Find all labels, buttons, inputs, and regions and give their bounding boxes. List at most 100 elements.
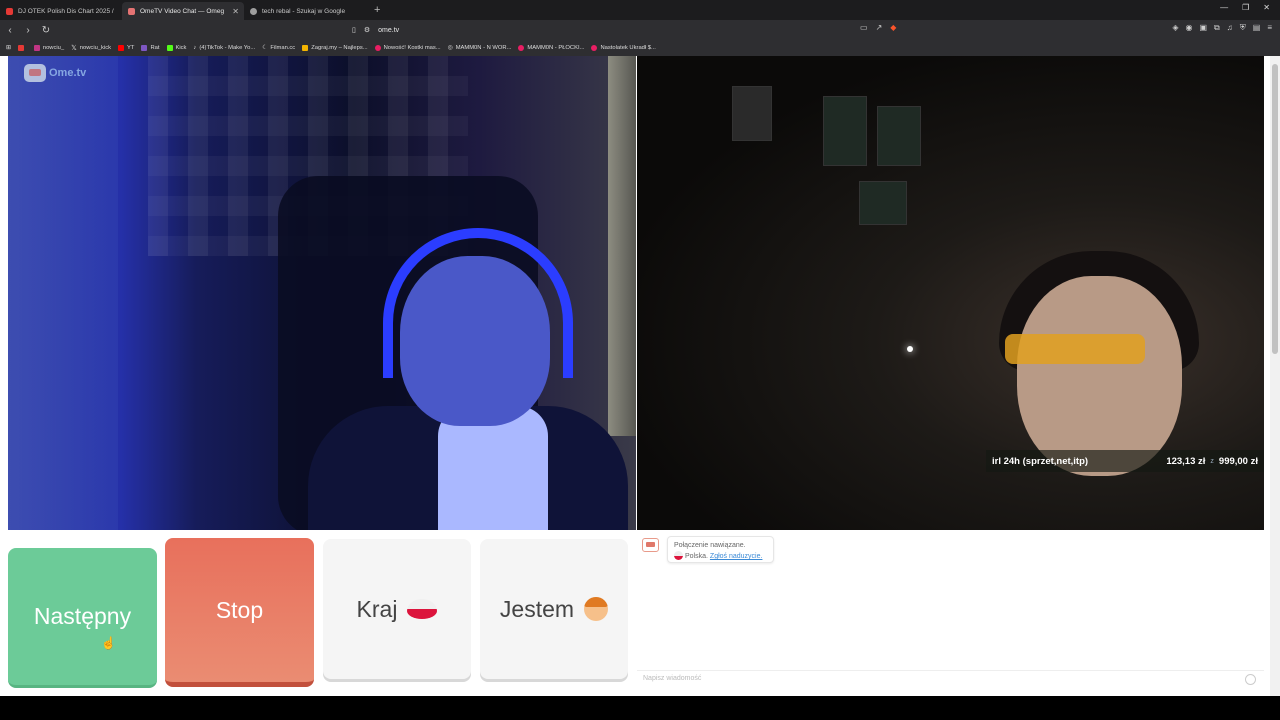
vpn-icon[interactable]: ⛨ [1240, 23, 1246, 33]
minimize-icon[interactable]: — [1220, 3, 1228, 12]
close-window-icon[interactable]: ✕ [1263, 3, 1270, 12]
country-button[interactable]: Kraj [323, 539, 471, 679]
site-info-icon[interactable]: ⚙ [364, 26, 370, 34]
tab-label: tech rebal - Szukaj w Google [262, 7, 346, 15]
tab-music[interactable]: DJ OTEK Polish Dis Chart 2025 / [0, 2, 122, 20]
globe-icon: ☾ [262, 45, 268, 51]
x-icon: 𝕏 [71, 45, 77, 52]
country-name: Polska. [685, 553, 708, 560]
bookmark-item[interactable]: Rat [141, 45, 160, 51]
restore-icon[interactable]: ❐ [1242, 3, 1249, 12]
video-wall [8, 56, 118, 530]
goal-target: 999,00 zł [1218, 455, 1258, 467]
bookmark-item[interactable]: 𝕏nowciu_kick [71, 44, 111, 52]
boy-emoji-icon [584, 597, 609, 621]
tiktok-icon: ♪ [193, 45, 197, 51]
chat-input[interactable]: Napisz wiadomość [637, 670, 1264, 686]
wallet-icon[interactable]: ▤ [1253, 23, 1261, 33]
page-scrollbar[interactable] [1270, 56, 1280, 696]
extension-icon[interactable]: ◈ [1172, 23, 1178, 33]
goal-separator: z [1210, 457, 1214, 465]
kick-icon [166, 45, 173, 51]
wall-picture [732, 86, 772, 141]
emoji-icon[interactable] [1245, 674, 1256, 685]
goal-label: irl 24h (sprzet,net,itp) [992, 455, 1089, 467]
bookmark-item[interactable]: Kick [166, 45, 186, 51]
bookmark-item[interactable]: MAMM0N - PŁOCKI... [518, 45, 584, 51]
music-icon[interactable]: ♫ [1227, 23, 1233, 33]
twitch-icon [141, 45, 148, 51]
wall-picture [859, 181, 907, 225]
extension-icon[interactable]: ▣ [1199, 23, 1207, 33]
stream-goal-overlay: irl 24h (sprzet,net,itp) 123,13 zł z 999… [986, 450, 1264, 472]
cast-icon[interactable]: ▭ [860, 23, 868, 32]
stop-label: Stop [215, 596, 264, 623]
google-icon [250, 7, 257, 15]
address-bar[interactable]: ▯ ⚙ ome.tv [352, 22, 912, 38]
next-button[interactable]: Następny [8, 548, 157, 688]
scrollbar-thumb[interactable] [1272, 64, 1278, 354]
gender-button[interactable]: Jestem [480, 539, 628, 679]
chat-placeholder: Napisz wiadomość [643, 675, 702, 682]
ometv-page: Ome.tv irl 24h (sprzet,net,itp) 123,13 z… [0, 56, 1280, 696]
instagram-icon [33, 45, 40, 51]
bookmark-item[interactable]: ♪ (4)TikTok - Make Yo... [193, 45, 255, 51]
bookmark-item[interactable]: Nowość! Kostki mas... [374, 45, 441, 51]
bookmark-item[interactable]: nowciu_ [33, 45, 64, 51]
youtube-icon [518, 45, 525, 51]
poland-flag-icon [674, 551, 683, 560]
game-icon [302, 45, 309, 51]
tab-label: OmeTV Video Chat — Omeg [140, 7, 225, 15]
system-message: Połączenie nawiązane. Polska. Zgłoś nadu… [667, 536, 774, 563]
report-link[interactable]: Zgłoś naduzycie. [710, 553, 763, 560]
bookmark-item[interactable]: ◎ MAMM0N - N WOR... [448, 45, 512, 51]
connection-status: Połączenie nawiązane. [674, 542, 746, 549]
window-controls: — ❐ ✕ [1220, 3, 1270, 12]
youtube-icon [591, 45, 598, 51]
ometv-chat-icon [642, 538, 659, 552]
video-light [907, 346, 913, 352]
video-curtain [608, 56, 636, 436]
logo-text: Ome.tv [49, 67, 87, 79]
bookmark-item[interactable] [17, 45, 27, 51]
ometv-logo-icon [24, 64, 46, 82]
tab-label: DJ OTEK Polish Dis Chart 2025 / [18, 7, 114, 15]
bookmark-item[interactable]: Nastolatek Ukradł $... [591, 45, 656, 51]
bookmark-icon[interactable]: ▯ [352, 26, 356, 34]
wall-picture [877, 106, 921, 166]
country-label: Kraj [356, 595, 398, 622]
youtube-icon [118, 45, 125, 51]
mouse-cursor-icon: ☝ [101, 636, 116, 650]
globe-icon: ◎ [447, 45, 453, 51]
extension-icon[interactable]: ◉ [1186, 23, 1193, 33]
reload-icon[interactable]: ↻ [38, 25, 54, 36]
youtube-icon [6, 7, 13, 15]
tab-google[interactable]: tech rebal - Szukaj w Google [244, 2, 366, 20]
stop-button[interactable]: Stop [165, 538, 314, 687]
goal-current: 123,13 zł [1166, 455, 1206, 467]
url-text[interactable]: ome.tv [378, 27, 399, 34]
menu-icon[interactable]: ≡ [1267, 23, 1272, 33]
bookmarks-bar: ⊞ nowciu_ 𝕏nowciu_kick YT Rat Kick ♪ (4)T… [0, 40, 1280, 56]
forward-icon[interactable]: › [20, 25, 36, 36]
country-line: Polska. Zgłoś naduzycie. [674, 551, 767, 562]
bookmark-favicon [17, 45, 24, 51]
remote-video: irl 24h (sprzet,net,itp) 123,13 zł z 999… [637, 56, 1264, 530]
extensions-area: ◈ ◉ ▣ ⧉ ♫ ⛨ ▤ ≡ [1172, 23, 1272, 33]
brave-shield-icon[interactable]: ◆ [890, 23, 896, 32]
browser-toolbar: ‹ › ↻ ▯ ⚙ ome.tv ▭ ↗ ◆ ◈ ◉ ▣ ⧉ ♫ ⛨ ▤ ≡ [0, 20, 1280, 40]
apps-icon[interactable]: ⊞ [6, 45, 11, 51]
close-icon[interactable]: ✕ [232, 7, 239, 16]
back-icon[interactable]: ‹ [2, 25, 18, 36]
share-icon[interactable]: ↗ [876, 23, 883, 32]
bookmark-item[interactable]: Zagraj.my – Najleps... [302, 45, 368, 51]
video-person-head [1017, 276, 1182, 476]
youtube-icon [374, 45, 381, 51]
extension-icon[interactable]: ⧉ [1214, 23, 1220, 33]
tab-ometv[interactable]: OmeTV Video Chat — Omeg ✕ [122, 2, 244, 20]
bookmark-item[interactable]: ☾ Filman.cc [262, 45, 295, 51]
tab-strip: DJ OTEK Polish Dis Chart 2025 / OmeTV Vi… [0, 0, 1280, 20]
new-tab-button[interactable]: + [374, 4, 380, 16]
next-label: Następny [33, 603, 132, 629]
bookmark-item[interactable]: YT [118, 45, 134, 51]
